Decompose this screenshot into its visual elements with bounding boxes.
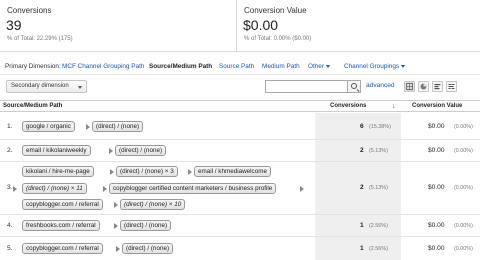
path-arrow-icon bbox=[110, 169, 114, 175]
conversion-value-percent: (0.00%) bbox=[454, 223, 473, 229]
row-number: 4. bbox=[7, 222, 13, 229]
table-search-input[interactable] bbox=[265, 80, 348, 93]
path-arrow-icon bbox=[86, 124, 90, 130]
conversion-value: $0.00 bbox=[428, 222, 445, 229]
row-number: 5. bbox=[7, 245, 13, 252]
summary-conversions: Conversions 39 % of Total: 22.29% (175) bbox=[0, 0, 237, 52]
path-chip: (direct) / (none) × 3 bbox=[116, 166, 178, 177]
dropdown-arrow-icon bbox=[78, 86, 82, 89]
summary-conversion-value: Conversion Value $0.00 % of Total: 0.00%… bbox=[237, 0, 480, 52]
dimension-divider bbox=[0, 74, 480, 75]
bar-view-icon[interactable] bbox=[432, 81, 443, 92]
search-button[interactable] bbox=[348, 80, 361, 93]
table-row: 3. kikolani / hire-me-page (direct) / (n… bbox=[0, 162, 480, 215]
conversion-value-percent: (0.00%) bbox=[454, 148, 473, 154]
dimension-medium-path[interactable]: Medium Path bbox=[262, 63, 300, 70]
table-header: Source/Medium Path Conversions ↓ Convers… bbox=[0, 100, 480, 112]
path-chip: copyblogger.com / referral bbox=[22, 243, 103, 254]
view-toggle-group bbox=[404, 81, 474, 93]
path-chip: freshbooks.com / referral bbox=[22, 220, 100, 231]
column-header-conversion-value[interactable]: Conversion Value bbox=[412, 103, 462, 109]
path-chip: kikolani / hire-me-page bbox=[22, 166, 94, 177]
dimension-other-label: Other bbox=[308, 63, 324, 70]
summary-conversions-label: Conversions bbox=[7, 6, 52, 15]
caret-down-icon bbox=[325, 64, 330, 68]
comparison-view-icon[interactable] bbox=[446, 81, 457, 92]
conversions-value: 1 bbox=[360, 222, 364, 229]
conversions-value: 2 bbox=[360, 184, 364, 191]
table-row: 4. freshbooks.com / referral (direct) / … bbox=[0, 215, 480, 237]
path-chip: (direct) / (none) × 11 bbox=[22, 183, 87, 194]
path-chip: (direct) / (none) × 10 bbox=[120, 199, 186, 210]
path-chip: copyblogger certified content marketers … bbox=[109, 183, 277, 194]
dimension-source-medium-path[interactable]: Source/Medium Path bbox=[149, 63, 212, 70]
path-chip: email / kikolaniweekly bbox=[22, 145, 91, 156]
conversion-value-percent: (0.00%) bbox=[454, 246, 473, 252]
primary-dimension-label: Primary Dimension: bbox=[5, 63, 61, 70]
table-row: 2. email / kikolaniweekly (direct) / (no… bbox=[0, 140, 480, 162]
summary-value-value: $0.00 bbox=[243, 17, 279, 33]
dimension-channel-groupings[interactable]: Channel Groupings bbox=[344, 63, 406, 70]
primary-dimension-bar: Primary Dimension: MCF Channel Grouping … bbox=[0, 62, 480, 74]
row-number: 3. bbox=[7, 184, 13, 191]
row-number: 2. bbox=[7, 147, 13, 154]
path-chip: (direct) / (none) bbox=[115, 145, 167, 156]
summary-value-total: % of Total: 0.00% ($0.00) bbox=[244, 36, 312, 42]
dimension-mcf-channel-grouping-path[interactable]: MCF Channel Grouping Path bbox=[62, 63, 144, 70]
conversion-value: $0.00 bbox=[428, 123, 445, 130]
table-row: 1. google / organic (direct) / (none) 6 … bbox=[0, 113, 480, 140]
conversions-value: 6 bbox=[360, 123, 364, 130]
path-arrow-icon bbox=[13, 186, 17, 192]
sort-descending-icon: ↓ bbox=[392, 103, 396, 110]
conversion-value: $0.00 bbox=[428, 147, 445, 154]
summary-conversions-value: 39 bbox=[6, 17, 22, 33]
search-icon bbox=[351, 83, 357, 89]
table-view-icon[interactable] bbox=[404, 81, 415, 92]
path-chip: (direct) / (none) bbox=[92, 121, 144, 132]
dimension-channel-groupings-label: Channel Groupings bbox=[344, 63, 400, 70]
dimension-other[interactable]: Other bbox=[308, 63, 330, 70]
column-header-path[interactable]: Source/Medium Path bbox=[3, 103, 62, 109]
path-chip: (direct) / (none) bbox=[122, 243, 174, 254]
row-number: 1. bbox=[7, 123, 13, 130]
conversion-value: $0.00 bbox=[428, 184, 445, 191]
dimension-source-path[interactable]: Source Path bbox=[219, 63, 254, 70]
conversions-percent: (5.13%) bbox=[369, 185, 388, 191]
column-header-conversions[interactable]: Conversions bbox=[330, 103, 366, 109]
path-chip: google / organic bbox=[22, 121, 75, 132]
path-arrow-icon bbox=[114, 202, 118, 208]
pie-view-icon[interactable] bbox=[418, 81, 429, 92]
summary-value-label: Conversion Value bbox=[244, 6, 307, 15]
conversions-value: 1 bbox=[360, 245, 364, 252]
path-arrow-icon bbox=[300, 186, 304, 192]
path-arrow-icon bbox=[109, 148, 113, 154]
path-chip: copyblogger.com / referral bbox=[22, 199, 103, 210]
path-chip: email / khmediawelcome bbox=[194, 166, 271, 177]
summary-conversions-total: % of Total: 22.29% (175) bbox=[7, 36, 73, 42]
conversion-value: $0.00 bbox=[428, 245, 445, 252]
conversions-percent: (2.56%) bbox=[369, 223, 388, 229]
conversions-percent: (15.38%) bbox=[369, 124, 391, 130]
table-row: 5. copyblogger.com / referral (direct) /… bbox=[0, 237, 480, 260]
path-arrow-icon bbox=[116, 246, 120, 252]
conversions-percent: (2.56%) bbox=[369, 246, 388, 252]
conversion-value-percent: (0.00%) bbox=[454, 185, 473, 191]
conversions-percent: (5.13%) bbox=[369, 148, 388, 154]
path-arrow-icon bbox=[114, 223, 118, 229]
summary-panel: Conversions 39 % of Total: 22.29% (175) … bbox=[0, 0, 480, 52]
path-arrow-icon bbox=[103, 186, 107, 192]
path-arrow-icon bbox=[188, 169, 192, 175]
path-chip: (direct) / (none) bbox=[120, 220, 172, 231]
conversion-value-percent: (0.00%) bbox=[454, 124, 473, 130]
caret-down-icon bbox=[401, 64, 406, 68]
secondary-dimension-label: Secondary dimension bbox=[11, 83, 69, 89]
advanced-filter-link[interactable]: advanced bbox=[366, 82, 395, 89]
conversions-value: 2 bbox=[360, 147, 364, 154]
secondary-dimension-dropdown[interactable]: Secondary dimension bbox=[6, 80, 87, 93]
